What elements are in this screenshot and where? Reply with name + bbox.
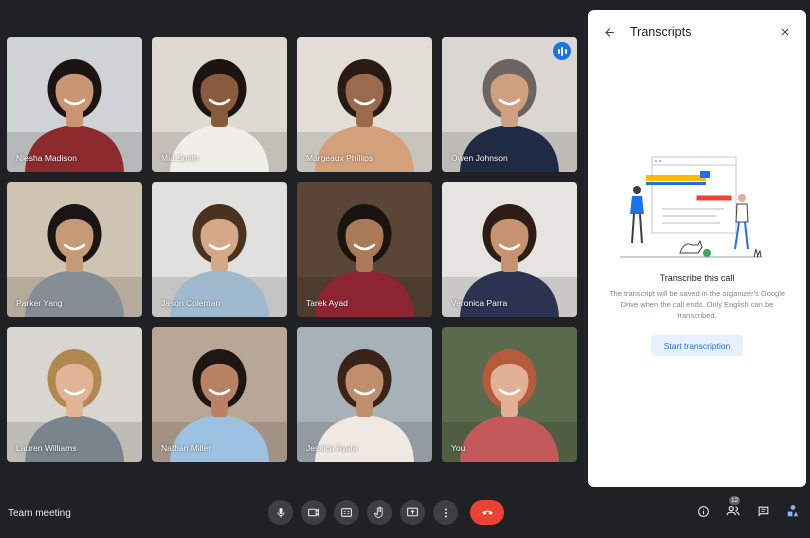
participant-tile[interactable]: Tarek Ayad	[297, 182, 432, 317]
participant-name: Niesha Madison	[16, 153, 77, 163]
back-arrow-icon[interactable]	[600, 23, 618, 41]
participant-name: Veronica Parra	[451, 298, 508, 308]
participant-video	[442, 182, 577, 317]
participant-video	[7, 37, 142, 172]
participant-tile[interactable]: Niesha Madison	[7, 37, 142, 172]
participant-tile[interactable]: Mia Smith	[152, 37, 287, 172]
side-panel-toggles: 12	[696, 496, 800, 518]
present-screen-icon[interactable]	[400, 500, 425, 525]
transcribe-illustration	[620, 156, 762, 258]
camera-icon[interactable]	[301, 500, 326, 525]
close-icon[interactable]	[776, 23, 794, 41]
people-icon[interactable]: 12	[726, 496, 741, 518]
panel-header: Transcripts	[588, 10, 806, 54]
participant-tile-self[interactable]: You	[442, 327, 577, 462]
participant-name: Nathan Miller	[161, 443, 212, 453]
participant-tile[interactable]: Lauren Williams	[7, 327, 142, 462]
participant-video	[297, 182, 432, 317]
info-icon[interactable]	[696, 504, 710, 518]
speaking-indicator-icon	[553, 42, 571, 60]
participant-video	[7, 182, 142, 317]
participant-tile[interactable]: Veronica Parra	[442, 182, 577, 317]
participant-name: Owen Johnson	[451, 153, 508, 163]
transcribe-heading: Transcribe this call	[659, 273, 735, 283]
microphone-icon[interactable]	[268, 500, 293, 525]
participant-name: Lauren Williams	[16, 443, 77, 453]
participant-video	[152, 182, 287, 317]
participant-tile[interactable]: Margeaux Phillips	[297, 37, 432, 172]
participant-grid: Niesha Madison Mia Smith Margeaux Philli…	[7, 37, 579, 462]
participant-video	[7, 327, 142, 462]
participant-name: Margeaux Phillips	[306, 153, 374, 163]
start-transcription-button[interactable]: Start transcription	[651, 335, 743, 356]
participant-video	[152, 37, 287, 172]
activities-icon[interactable]	[786, 504, 800, 518]
participant-tile[interactable]: Jessica Ayala	[297, 327, 432, 462]
participant-tile[interactable]: Parker Yang	[7, 182, 142, 317]
participant-name: You	[451, 443, 466, 453]
captions-icon[interactable]	[334, 500, 359, 525]
meeting-name: Team meeting	[8, 508, 71, 519]
participant-name: Mia Smith	[161, 153, 199, 163]
bottom-toolbar: Team meeting 12	[0, 490, 810, 538]
participant-video	[297, 327, 432, 462]
call-controls	[268, 500, 504, 525]
people-count-badge: 12	[729, 496, 741, 505]
panel-title: Transcripts	[630, 25, 692, 39]
transcripts-panel: Transcripts Transcribe this call The tra…	[588, 10, 806, 487]
end-call-icon[interactable]	[470, 500, 504, 525]
participant-tile[interactable]: Owen Johnson	[442, 37, 577, 172]
participant-name: Tarek Ayad	[306, 298, 348, 308]
participant-name: Jason Coleman	[161, 298, 221, 308]
raise-hand-icon[interactable]	[367, 500, 392, 525]
participant-tile[interactable]: Jason Coleman	[152, 182, 287, 317]
transcribe-description: The transcript will be saved in the orga…	[608, 289, 786, 320]
participant-video	[442, 327, 577, 462]
participant-name: Parker Yang	[16, 298, 63, 308]
participant-name: Jessica Ayala	[306, 443, 358, 453]
participant-video	[297, 37, 432, 172]
more-options-icon[interactable]	[433, 500, 458, 525]
chat-icon[interactable]	[756, 504, 770, 518]
participant-video	[152, 327, 287, 462]
participant-tile[interactable]: Nathan Miller	[152, 327, 287, 462]
